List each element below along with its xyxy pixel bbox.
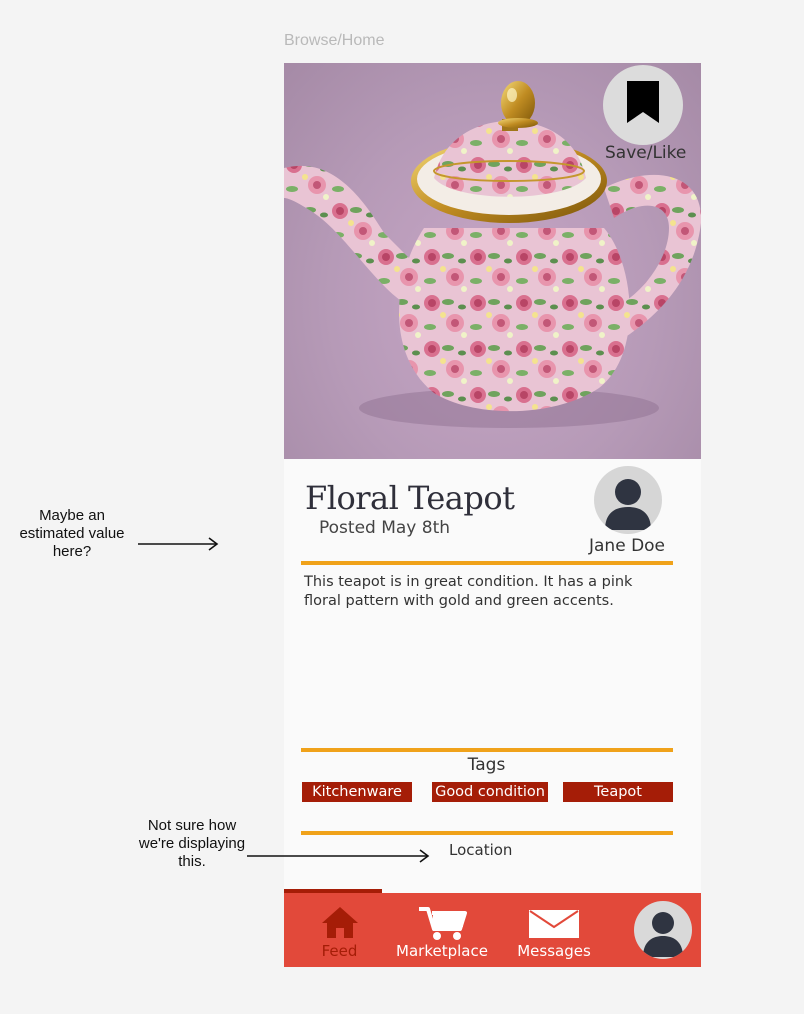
annotation-estimated-value: Maybe an estimated value here? [19,507,125,560]
tab-messages-label: Messages [517,942,591,960]
annotation-location: Not sure how we're displaying this. [138,817,246,870]
listing-description: This teapot is in great condition. It ha… [304,574,633,609]
cart-icon [419,907,467,940]
user-avatar-icon [643,912,683,957]
arrow-icon [138,537,219,551]
tab-marketplace-label: Marketplace [396,942,488,960]
listing-photo[interactable]: Save/Like [284,63,701,459]
tab-feed[interactable]: Feed [302,893,377,967]
save-label: Save/Like [605,143,687,163]
phone-frame: Save/Like Floral Teapot Posted May 8th J… [284,63,701,967]
user-avatar-icon [605,479,651,530]
divider [301,748,673,752]
tab-messages[interactable]: Messages [512,893,596,967]
bottom-tab-bar: Feed Marketplace Messages [284,893,701,967]
bookmark-icon [627,81,659,123]
tab-marketplace[interactable]: Marketplace [392,893,492,967]
divider [301,831,673,835]
location-label: Location [449,841,513,859]
tag-chip[interactable]: Teapot [563,782,673,802]
tag-chip[interactable]: Kitchenware [302,782,412,802]
tab-feed-label: Feed [321,942,358,960]
seller-name[interactable]: Jane Doe [589,536,665,556]
listing-title: Floral Teapot [305,479,515,517]
home-icon [322,907,358,938]
save-button[interactable] [603,65,683,145]
tab-profile[interactable] [634,901,692,959]
tags-heading: Tags [467,755,506,775]
arrow-icon [247,849,430,863]
posted-date: Posted May 8th [319,518,451,538]
envelope-icon [529,910,579,938]
breadcrumb[interactable]: Browse/Home [284,32,384,50]
divider [301,561,673,565]
seller-avatar[interactable] [594,466,662,534]
tag-chip[interactable]: Good condition [432,782,548,802]
